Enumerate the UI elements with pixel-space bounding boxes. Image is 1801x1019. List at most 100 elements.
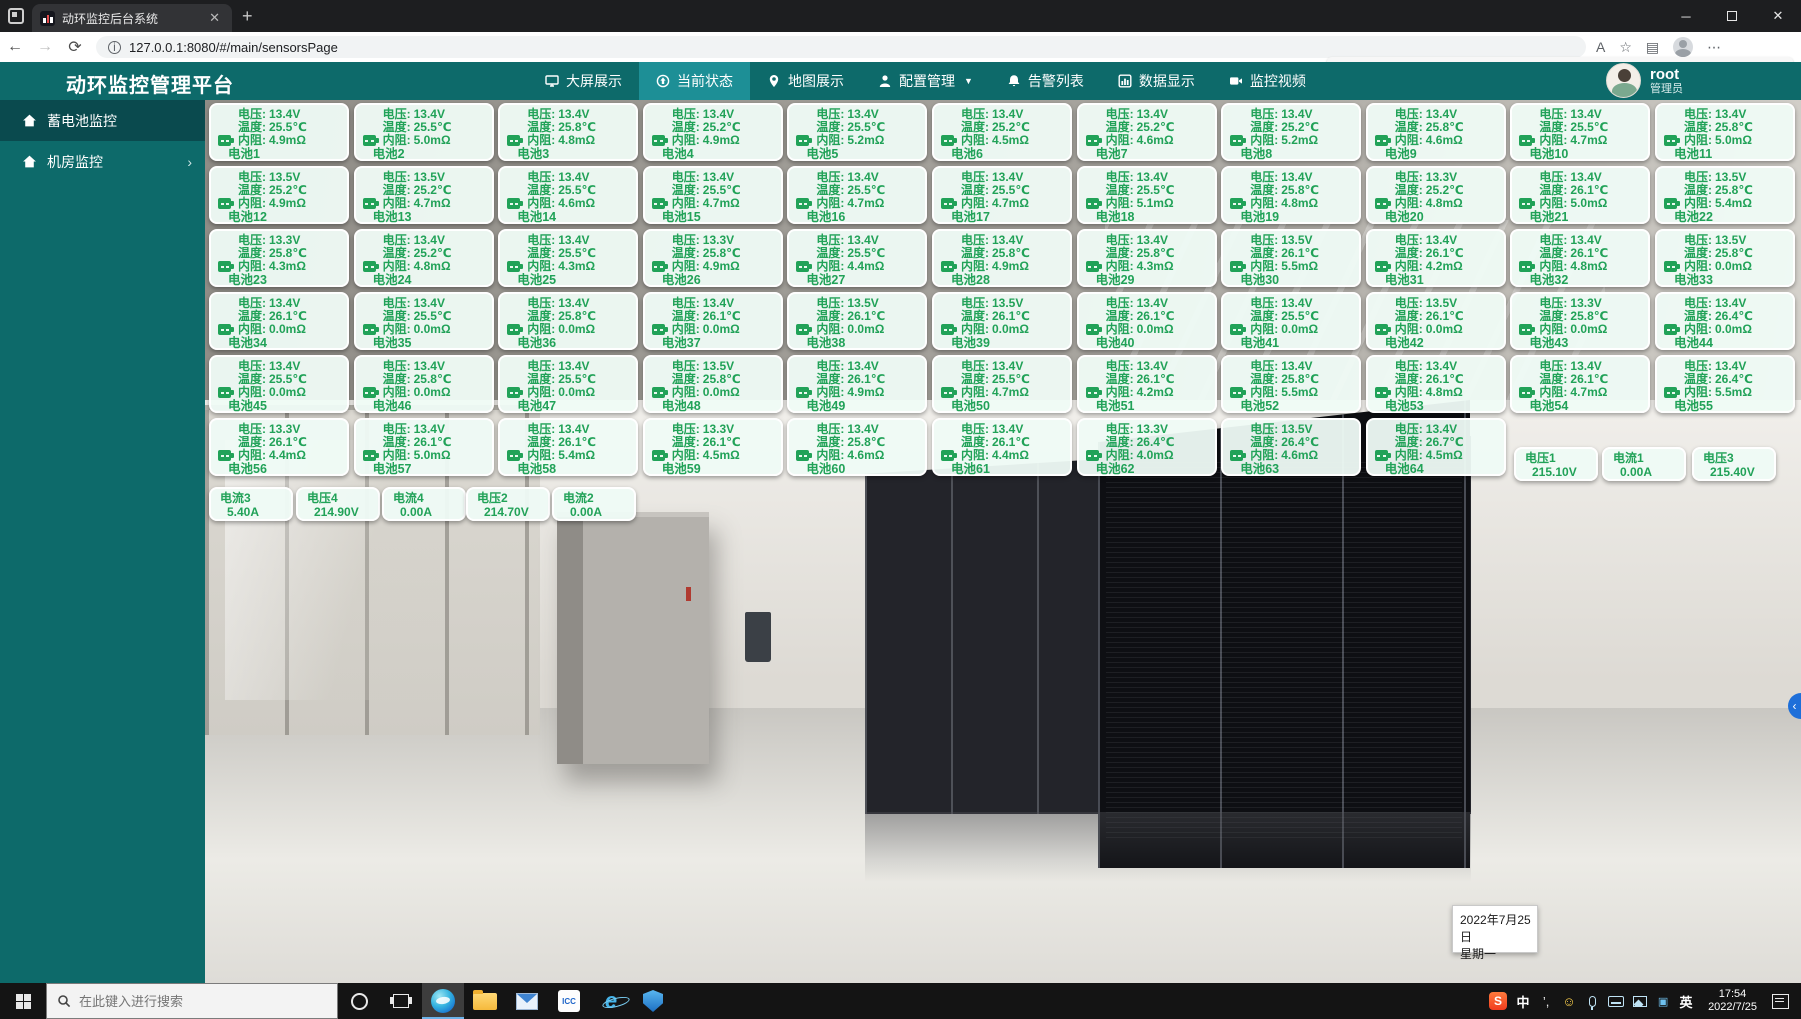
voltage-value: 13.4V (269, 359, 300, 373)
battery-name: 电池55 (1657, 400, 1793, 413)
mail-icon (516, 993, 538, 1010)
resistance-label: 内阻: (961, 196, 989, 210)
temperature-label: 温度: (1250, 120, 1278, 134)
menu-item-alarms[interactable]: 告警列表 (990, 62, 1101, 100)
temperature-value: 26.1℃ (558, 435, 596, 449)
taskbar-mail-button[interactable] (506, 983, 548, 1019)
task-view-button[interactable] (380, 983, 422, 1019)
keyboard-icon[interactable] (1608, 996, 1624, 1007)
temperature-label: 温度: (672, 435, 700, 449)
temperature-value: 25.8℃ (703, 246, 741, 260)
battery-icon (1664, 387, 1680, 398)
tab-actions-icon[interactable] (8, 8, 24, 24)
icc-icon: ICC (558, 990, 580, 1012)
taskbar-search[interactable] (46, 983, 338, 1019)
battery-icon (1375, 198, 1391, 209)
resistance-label: 内阻: (1539, 322, 1567, 336)
favorites-star-icon[interactable]: ☆ (1619, 39, 1632, 56)
menu-item-map[interactable]: 配置管理 地图展示 (750, 62, 861, 100)
battery-card: 电压:13.4V 温度:26.1℃ 内阻:4.9mΩ 电池49 (787, 355, 927, 413)
menu-item-bigscreen[interactable]: 大屏展示 (528, 62, 639, 100)
sidebar-item-battery-monitor[interactable]: 蓄电池监控 (0, 100, 205, 141)
search-input[interactable] (79, 994, 309, 1009)
resistance-value: 4.4mΩ (847, 259, 884, 273)
taskbar-icc-button[interactable]: ICC (548, 983, 590, 1019)
battery-name: 电池37 (645, 337, 781, 350)
battery-name: 电池53 (1368, 400, 1504, 413)
refresh-icon[interactable]: ⟳ (60, 37, 90, 57)
sensor-card: 电压4 214.90V (296, 487, 380, 521)
language-indicator[interactable]: 英 (1679, 992, 1693, 1011)
browser-profile-avatar[interactable] (1673, 37, 1693, 57)
window-close-button[interactable]: ✕ (1755, 0, 1801, 32)
sensor-card: 电流3 5.40A (209, 487, 293, 521)
resistance-value: 4.7mΩ (1570, 385, 1607, 399)
sensor-name: 电流1 (1613, 451, 1684, 465)
temperature-value: 26.1℃ (703, 435, 741, 449)
resistance-label: 内阻: (1106, 385, 1134, 399)
taskbar-explorer-button[interactable] (464, 983, 506, 1019)
date-tooltip: 2022年7月25日 星期一 (1452, 905, 1538, 953)
taskbar-edge-button[interactable] (422, 983, 464, 1019)
resistance-value: 4.9mΩ (703, 133, 740, 147)
battery-name: 电池25 (500, 274, 636, 287)
menu-item-config[interactable]: 配置管理 ▼ (861, 62, 990, 100)
collections-icon[interactable]: ▤ (1646, 39, 1659, 56)
forward-icon[interactable]: → (30, 38, 60, 56)
temperature-value: 25.8℃ (1715, 120, 1753, 134)
battery-card: 电压:13.4V 温度:26.1℃ 内阻:0.0mΩ 电池37 (643, 292, 783, 350)
temperature-label: 温度: (816, 246, 844, 260)
start-button[interactable] (0, 983, 46, 1019)
screenshot-icon[interactable] (1633, 996, 1647, 1007)
back-icon[interactable]: ← (0, 38, 30, 56)
resistance-label: 内阻: (672, 448, 700, 462)
more-menu-icon[interactable]: ⋯ (1707, 39, 1721, 56)
action-center-icon[interactable] (1772, 994, 1789, 1009)
resistance-value: 4.9mΩ (269, 133, 306, 147)
ime-chinese-indicator[interactable]: 中 (1516, 992, 1530, 1011)
menu-item-current-status[interactable]: 当前状态 (639, 62, 750, 100)
taskbar-clock[interactable]: 17:54 2022/7/25 (1702, 988, 1763, 1014)
taskbar-ie-button[interactable]: e (590, 983, 632, 1019)
new-tab-button[interactable]: + (242, 6, 253, 27)
battery-name: 电池9 (1368, 148, 1504, 161)
voltage-label: 电压: (1106, 233, 1134, 247)
sogou-icon[interactable]: S (1489, 992, 1507, 1010)
battery-name: 电池49 (789, 400, 925, 413)
battery-card: 电压:13.4V 温度:25.5℃ 内阻:4.7mΩ 电池10 (1510, 103, 1650, 161)
battery-name: 电池10 (1512, 148, 1648, 161)
voltage-label: 电压: (238, 296, 266, 310)
voltage-label: 电压: (816, 107, 844, 121)
sogou-toolbox-icon[interactable]: ▣ (1656, 995, 1670, 1008)
restore-button[interactable] (1709, 0, 1755, 32)
url-field[interactable]: i 127.0.0.1:8080/#/main/sensorsPage (96, 36, 1586, 58)
battery-card: 电压:13.4V 温度:25.2℃ 内阻:4.9mΩ 电池4 (643, 103, 783, 161)
resistance-label: 内阻: (816, 448, 844, 462)
battery-name: 电池17 (934, 211, 1070, 224)
minimize-button[interactable]: ─ (1663, 0, 1709, 32)
sidebar-item-room-monitor[interactable]: 机房监控 › (0, 141, 205, 182)
mic-icon[interactable] (1585, 996, 1599, 1007)
cortana-button[interactable] (338, 983, 380, 1019)
temperature-label: 温度: (1106, 435, 1134, 449)
resistance-label: 内阻: (1684, 196, 1712, 210)
sensor-card: 电流4 0.00A (382, 487, 466, 521)
site-info-icon[interactable]: i (108, 41, 121, 54)
voltage-value: 13.4V (847, 422, 878, 436)
battery-name: 电池51 (1079, 400, 1215, 413)
ime-punctuation-icon[interactable]: ’, (1539, 994, 1553, 1009)
battery-name: 电池8 (1223, 148, 1359, 161)
read-aloud-icon[interactable]: A (1596, 39, 1605, 55)
browser-tab[interactable]: 动环监控后台系统 ✕ (32, 4, 232, 32)
voltage-value: 13.4V (1137, 296, 1168, 310)
menu-item-video[interactable]: 监控视频 (1212, 62, 1323, 100)
voltage-value: 13.3V (703, 422, 734, 436)
user-box[interactable]: root 管理员 (1606, 63, 1683, 98)
temperature-label: 温度: (383, 183, 411, 197)
menu-item-data-display[interactable]: 数据显示 (1101, 62, 1212, 100)
resistance-value: 5.0mΩ (1570, 196, 1607, 210)
tab-close-icon[interactable]: ✕ (205, 10, 224, 26)
taskbar-shield-button[interactable] (632, 983, 674, 1019)
emoji-icon[interactable]: ☺ (1562, 994, 1576, 1009)
voltage-value: 13.4V (992, 233, 1023, 247)
